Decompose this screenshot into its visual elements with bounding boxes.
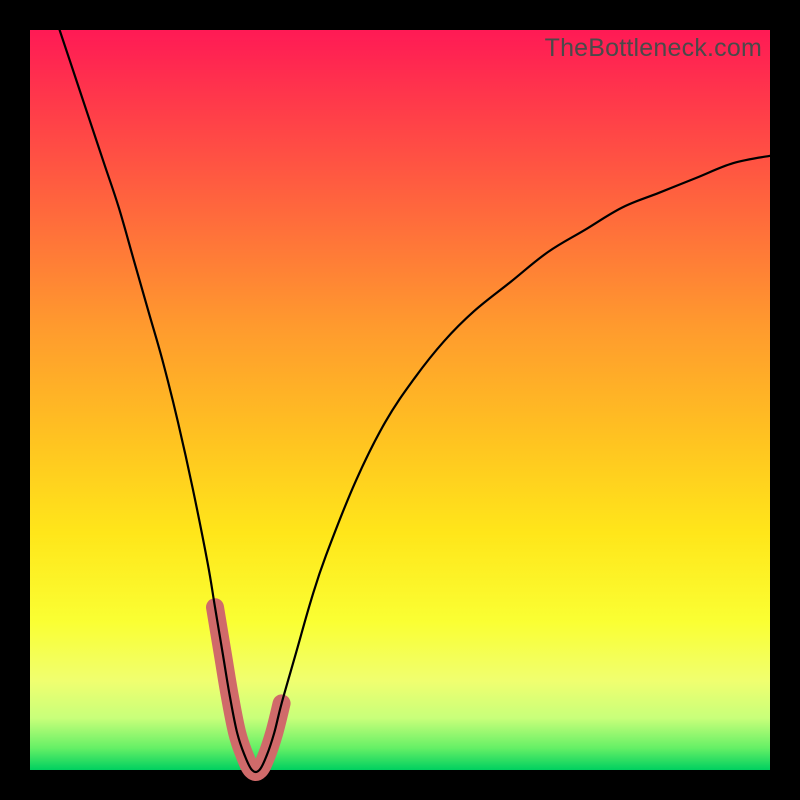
watermark-text: TheBottleneck.com bbox=[545, 34, 762, 63]
optimal-range-highlight bbox=[215, 607, 282, 772]
bottleneck-curve bbox=[60, 30, 770, 772]
bottleneck-plot bbox=[30, 30, 770, 770]
chart-frame: TheBottleneck.com bbox=[30, 30, 770, 770]
